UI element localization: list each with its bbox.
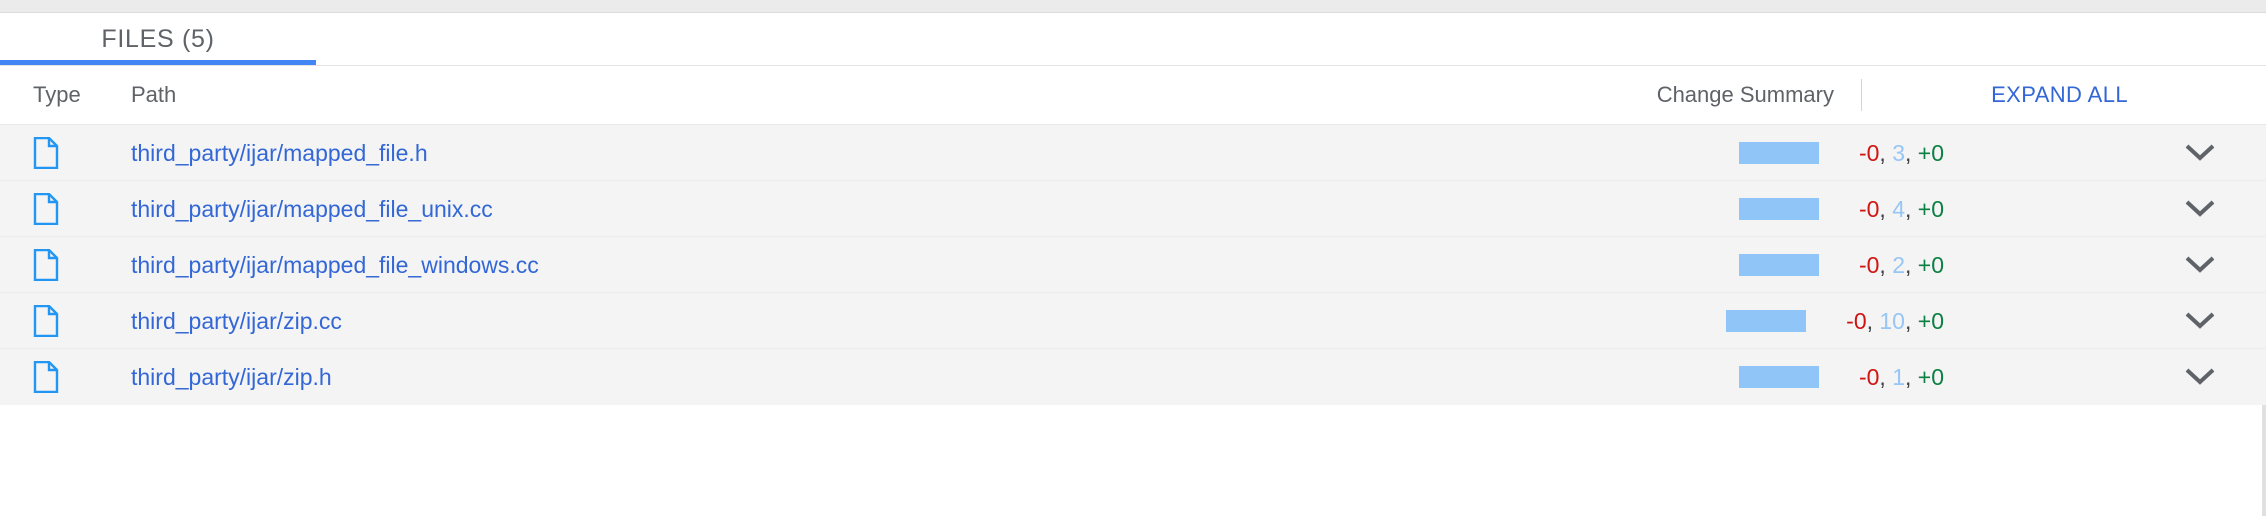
deleted-count: -0 [1858,251,1880,278]
count-separator-1: , [1879,139,1893,166]
count-separator-2: , [1904,251,1918,278]
tab-bar: FILES (5) [0,13,2266,66]
file-icon [33,249,59,281]
count-separator-1: , [1866,307,1880,334]
change-summary-bar [1738,366,1819,388]
file-icon [33,137,59,169]
file-path-link[interactable]: third_party/ijar/mapped_file.h [131,140,428,167]
column-header-path: Path [131,82,177,107]
row-type-cell [33,237,73,293]
file-icon [33,361,59,393]
column-header-type: Type [33,82,81,107]
file-rows-container: third_party/ijar/mapped_file.h -0, 3, +0 [0,125,2266,405]
modified-count: 1 [1892,363,1905,390]
tab-files[interactable]: FILES (5) [0,13,316,65]
added-count: +0 [1917,251,1944,278]
change-summary-bar [1726,310,1807,332]
change-summary-bar [1738,198,1819,220]
count-separator-2: , [1904,307,1918,334]
change-summary-counts: -0, 3, +0 [1859,140,1944,167]
table-row[interactable]: third_party/ijar/zip.cc -0, 10, +0 [0,293,2266,349]
row-type-cell [33,181,73,237]
chevron-down-icon [2185,368,2215,386]
row-path-cell[interactable]: third_party/ijar/mapped_file_windows.cc [131,237,539,293]
modified-count: 10 [1879,307,1905,334]
file-list-panel: FILES (5) Type Path Change Summary EXPAN… [0,0,2266,516]
row-change-summary-cell: -0, 4, +0 [1738,181,1944,237]
added-count: +0 [1917,363,1944,390]
file-path-link[interactable]: third_party/ijar/mapped_file_windows.cc [131,252,539,279]
change-summary-counts: -0, 4, +0 [1859,196,1944,223]
row-expand-button[interactable] [2172,125,2228,181]
deleted-count: -0 [1858,139,1880,166]
count-separator-2: , [1904,363,1918,390]
modified-count: 2 [1892,251,1905,278]
chevron-down-icon [2185,256,2215,274]
row-path-cell[interactable]: third_party/ijar/mapped_file.h [131,125,428,181]
change-summary-bar [1738,142,1819,164]
file-icon [33,193,59,225]
top-strip [0,0,2266,13]
added-count: +0 [1917,195,1944,222]
row-type-cell [33,293,73,349]
file-path-link[interactable]: third_party/ijar/zip.cc [131,308,342,335]
file-path-link[interactable]: third_party/ijar/zip.h [131,364,332,391]
row-type-cell [33,125,73,181]
count-separator-2: , [1904,195,1918,222]
table-row[interactable]: third_party/ijar/mapped_file_windows.cc … [0,237,2266,293]
row-change-summary-cell: -0, 10, +0 [1726,293,1944,349]
expand-all-button[interactable]: EXPAND ALL [1991,82,2128,108]
file-path-link[interactable]: third_party/ijar/mapped_file_unix.cc [131,196,493,223]
row-expand-button[interactable] [2172,293,2228,349]
table-row[interactable]: third_party/ijar/mapped_file_unix.cc -0,… [0,181,2266,237]
chevron-down-icon [2185,144,2215,162]
count-separator-2: , [1904,139,1918,166]
chevron-down-icon [2185,312,2215,330]
table-row[interactable]: third_party/ijar/mapped_file.h -0, 3, +0 [0,125,2266,181]
added-count: +0 [1917,307,1944,334]
tab-active-underline [0,60,316,65]
row-path-cell[interactable]: third_party/ijar/mapped_file_unix.cc [131,181,493,237]
chevron-down-icon [2185,200,2215,218]
row-path-cell[interactable]: third_party/ijar/zip.h [131,349,332,405]
modified-count: 4 [1892,195,1905,222]
row-expand-button[interactable] [2172,349,2228,405]
count-separator-1: , [1879,251,1893,278]
header-divider [1861,79,1862,111]
row-path-cell[interactable]: third_party/ijar/zip.cc [131,293,342,349]
change-summary-counts: -0, 1, +0 [1859,364,1944,391]
change-summary-bar [1738,254,1819,276]
row-change-summary-cell: -0, 1, +0 [1738,349,1944,405]
row-change-summary-cell: -0, 3, +0 [1738,125,1944,181]
count-separator-1: , [1879,195,1893,222]
file-icon [33,305,59,337]
column-header-change-summary: Change Summary [1656,82,1834,107]
tab-files-label: FILES (5) [101,24,215,53]
table-column-header: Type Path Change Summary EXPAND ALL [0,66,2266,125]
deleted-count: -0 [1858,363,1880,390]
row-change-summary-cell: -0, 2, +0 [1738,237,1944,293]
deleted-count: -0 [1858,195,1880,222]
modified-count: 3 [1892,139,1905,166]
row-type-cell [33,349,73,405]
added-count: +0 [1917,139,1944,166]
change-summary-counts: -0, 10, +0 [1846,308,1944,335]
deleted-count: -0 [1846,307,1867,334]
change-summary-counts: -0, 2, +0 [1859,252,1944,279]
count-separator-1: , [1879,363,1893,390]
table-row[interactable]: third_party/ijar/zip.h -0, 1, +0 [0,349,2266,405]
row-expand-button[interactable] [2172,181,2228,237]
row-expand-button[interactable] [2172,237,2228,293]
